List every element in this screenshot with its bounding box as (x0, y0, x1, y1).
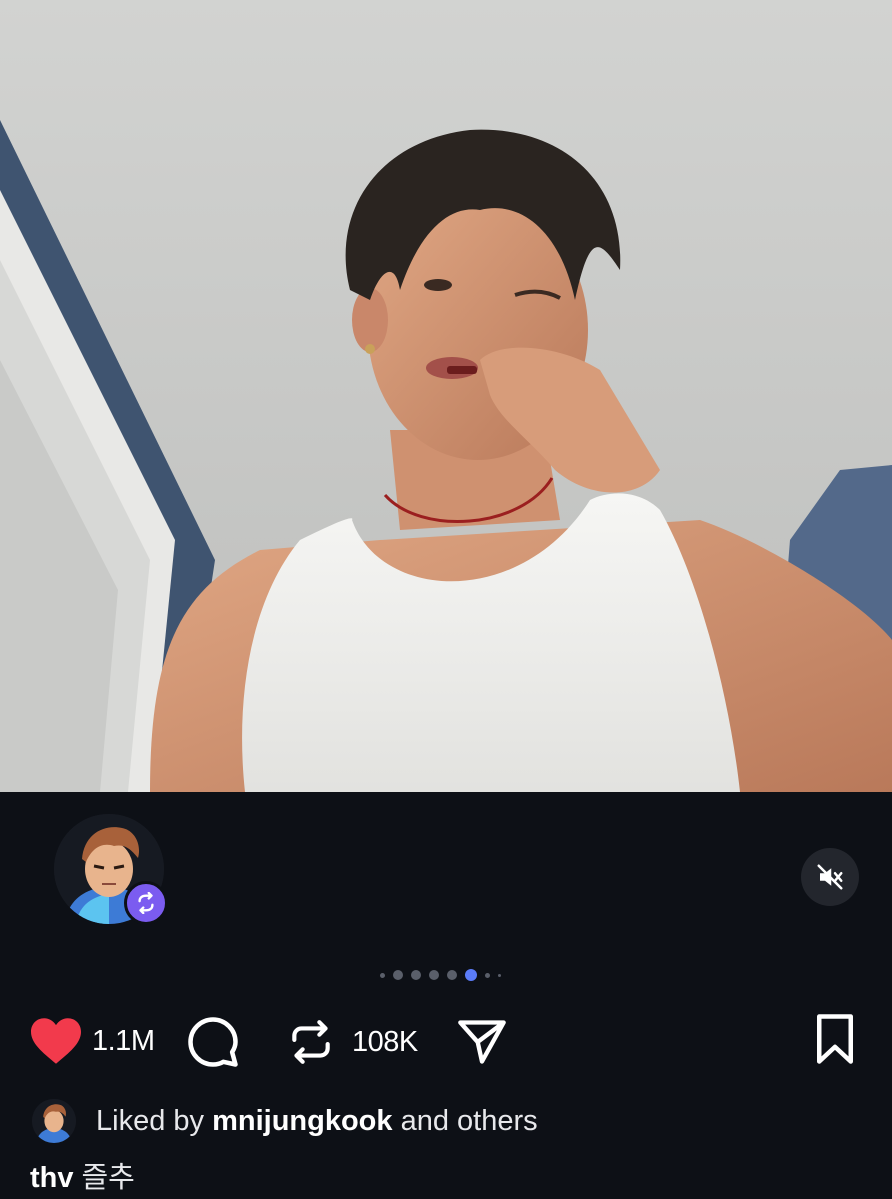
repost-button[interactable]: 108K (286, 1015, 418, 1069)
author-avatar[interactable] (54, 814, 168, 926)
liked-by-text: Liked by mnijungkook and others (96, 1105, 538, 1138)
liked-by-suffix[interactable]: and others (401, 1105, 538, 1137)
share-button[interactable] (455, 1016, 509, 1068)
mute-button[interactable] (801, 848, 859, 906)
post-image (0, 0, 892, 792)
carousel-dot-active (465, 969, 477, 981)
carousel-dot (393, 970, 403, 980)
carousel-dot (498, 973, 501, 977)
carousel-indicator (380, 968, 501, 982)
speaker-muted-icon (817, 864, 843, 890)
liked-by-username[interactable]: mnijungkook (212, 1105, 392, 1137)
post-caption: thv 즐추 (30, 1154, 135, 1196)
heart-filled-icon (31, 1018, 81, 1064)
send-icon (458, 1020, 506, 1064)
liker-avatar[interactable] (32, 1099, 76, 1143)
cartoon-avatar-icon (32, 1099, 76, 1143)
carousel-dot (429, 970, 439, 980)
repost-arrows-icon (292, 1020, 330, 1064)
liked-by-row[interactable]: Liked by mnijungkook and others (32, 1097, 538, 1145)
carousel-dot (447, 970, 457, 980)
carousel-dot (380, 972, 385, 978)
liked-by-prefix: Liked by (96, 1104, 205, 1137)
repost-icon (138, 892, 154, 914)
action-bar: 1.1M 108K (0, 1010, 892, 1074)
like-count: 1.1M (92, 1024, 155, 1057)
like-button[interactable]: 1.1M (28, 1016, 155, 1066)
carousel-dot (485, 972, 490, 978)
carousel-dot (411, 970, 421, 980)
caption-username[interactable]: thv (30, 1162, 74, 1194)
repost-badge (124, 881, 168, 925)
bookmark-icon (817, 1014, 853, 1064)
caption-text: 즐추 (81, 1162, 135, 1194)
comment-bubble-icon (188, 1017, 238, 1067)
save-button[interactable] (812, 1012, 858, 1066)
post-photo[interactable] (0, 0, 892, 792)
comment-button[interactable] (186, 1015, 240, 1069)
repost-count: 108K (352, 1025, 418, 1058)
